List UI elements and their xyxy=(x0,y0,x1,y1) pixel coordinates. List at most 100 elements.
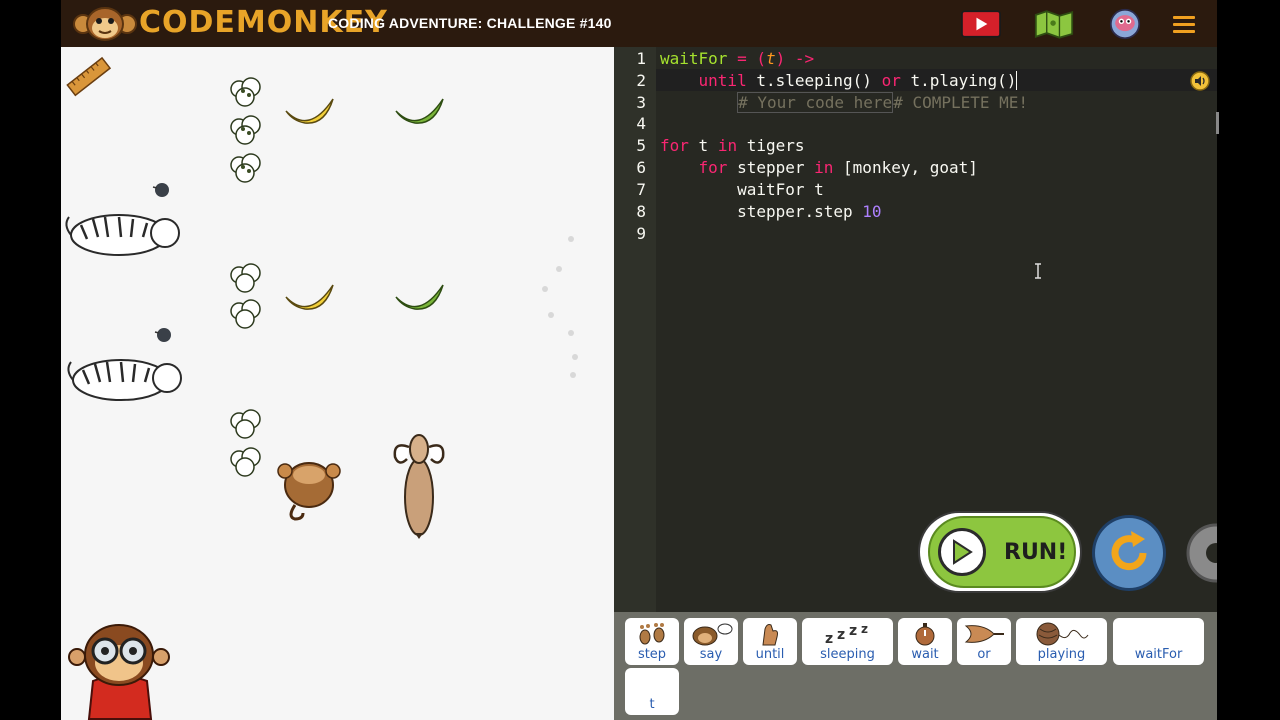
tiger-sleeping xyxy=(67,359,182,401)
bush-group-top xyxy=(230,77,261,183)
command-palette: step say until zzzz sleeping wait or pla… xyxy=(614,612,1217,720)
stopwatch-icon xyxy=(915,623,935,646)
play-icon xyxy=(938,528,986,576)
banana-green xyxy=(395,284,444,310)
bush-group-bottom xyxy=(230,409,261,477)
palette-playing[interactable]: playing xyxy=(1016,618,1107,665)
monkey-logo-icon xyxy=(73,7,137,41)
tiger-sleeping xyxy=(65,214,180,256)
code-token: waitFor xyxy=(660,49,728,68)
line-number: 1 xyxy=(636,49,646,68)
code-token: stepper xyxy=(727,158,815,177)
line-number: 4 xyxy=(636,114,646,133)
palette-label: waitFor xyxy=(1134,647,1183,662)
editor-scrollbar[interactable] xyxy=(1216,112,1219,134)
paw-prints xyxy=(542,236,578,378)
code-token: for xyxy=(698,158,728,177)
top-bar: CODEMONKEY CODING ADVENTURE: CHALLENGE #… xyxy=(61,0,1217,47)
code-line-1[interactable]: waitFor = (t) -> xyxy=(660,49,814,68)
palette-label: step xyxy=(637,647,667,662)
palette-label: wait xyxy=(911,647,939,662)
palette-t[interactable]: t xyxy=(625,668,679,715)
speaker-icon[interactable] xyxy=(1190,71,1210,91)
run-label: RUN! xyxy=(1004,539,1068,565)
guide-character xyxy=(68,624,170,720)
play-video-icon[interactable] xyxy=(961,8,1001,40)
palette-say[interactable]: say xyxy=(684,618,738,665)
palette-or[interactable]: or xyxy=(957,618,1011,665)
svg-text:z: z xyxy=(849,623,857,639)
editor-gutter: 1 2 3 4 5 6 7 8 9 xyxy=(614,47,656,612)
svg-text:z: z xyxy=(861,623,868,636)
run-button[interactable]: RUN! xyxy=(918,511,1082,593)
code-token: t.playing() xyxy=(900,71,1017,90)
palette-waitfor[interactable]: waitFor xyxy=(1113,618,1204,665)
palette-step[interactable]: step xyxy=(625,618,679,665)
line-number: 3 xyxy=(636,93,646,112)
code-line-2[interactable]: until t.sleeping() or t.playing() xyxy=(660,71,1018,90)
run-button-inner: RUN! xyxy=(928,516,1076,588)
monkey-speech-icon xyxy=(692,623,733,646)
code-token: tigers xyxy=(737,136,805,155)
text-cursor xyxy=(1016,71,1018,90)
yarn-ball xyxy=(152,183,169,197)
line-number: 8 xyxy=(636,202,646,221)
code-token: stepper.step xyxy=(737,202,863,221)
palette-label: sleeping xyxy=(820,647,875,662)
code-token: t xyxy=(765,49,776,68)
line-number: 7 xyxy=(636,180,646,199)
code-token: waitFor t xyxy=(737,180,824,199)
zzz-icon: zzzz xyxy=(825,623,868,645)
reset-button[interactable] xyxy=(1092,515,1166,591)
svg-text:z: z xyxy=(837,627,845,643)
code-token: for xyxy=(660,136,689,155)
palette-label: t xyxy=(649,697,655,712)
map-icon[interactable] xyxy=(1034,8,1074,40)
ruler-icon[interactable] xyxy=(65,55,113,99)
ibeam-cursor-icon xyxy=(1035,263,1041,279)
code-token: t.sleeping() xyxy=(746,71,882,90)
yarn-ball xyxy=(154,328,171,342)
code-token: [monkey, goat] xyxy=(833,158,978,177)
svg-text:z: z xyxy=(825,631,833,645)
code-token: 10 xyxy=(862,202,882,221)
palette-sleeping[interactable]: zzzz sleeping xyxy=(802,618,893,665)
palette-until[interactable]: until xyxy=(743,618,797,665)
code-token: # COMPLETE ME! xyxy=(893,93,1029,112)
page-title: CODING ADVENTURE: CHALLENGE #140 xyxy=(328,15,612,31)
banana-green xyxy=(395,98,444,124)
settings-gear-icon[interactable] xyxy=(1178,515,1218,591)
reset-icon xyxy=(1111,531,1147,571)
monkey-player xyxy=(277,462,341,521)
code-line-6[interactable]: for stepper in [monkey, goat] xyxy=(660,158,978,177)
code-token: in xyxy=(814,158,834,177)
right-margin xyxy=(1217,0,1280,720)
banana-yellow xyxy=(285,284,334,310)
palette-wait[interactable]: wait xyxy=(898,618,952,665)
code-line-5[interactable]: for t in tigers xyxy=(660,136,805,155)
yarn-ball-icon xyxy=(1036,622,1088,646)
hand-stop-icon xyxy=(762,624,778,646)
avatar-icon[interactable] xyxy=(1105,8,1145,40)
code-line-8[interactable]: stepper.step 10 xyxy=(660,202,882,221)
line-number: 6 xyxy=(636,158,646,177)
palette-label: until xyxy=(755,647,785,662)
palette-label: say xyxy=(699,647,723,662)
code-token: until xyxy=(698,71,747,90)
bush-group-middle xyxy=(230,263,261,329)
line-number: 5 xyxy=(636,136,646,155)
banana-yellow xyxy=(285,98,334,124)
palette-label: playing xyxy=(1037,647,1086,662)
code-line-3[interactable]: # Your code here# COMPLETE ME! xyxy=(660,92,1029,113)
code-token: in xyxy=(717,136,738,155)
code-token: t xyxy=(688,136,718,155)
code-token: # Your code here xyxy=(737,92,894,113)
code-token: ) -> xyxy=(775,49,815,68)
line-number: 9 xyxy=(636,224,646,243)
code-token: = ( xyxy=(727,49,766,68)
code-line-7[interactable]: waitFor t xyxy=(660,180,824,199)
game-stage xyxy=(61,47,614,720)
palette-label: or xyxy=(977,647,991,662)
line-number: 2 xyxy=(636,71,646,90)
hamburger-menu-icon[interactable] xyxy=(1172,8,1196,40)
